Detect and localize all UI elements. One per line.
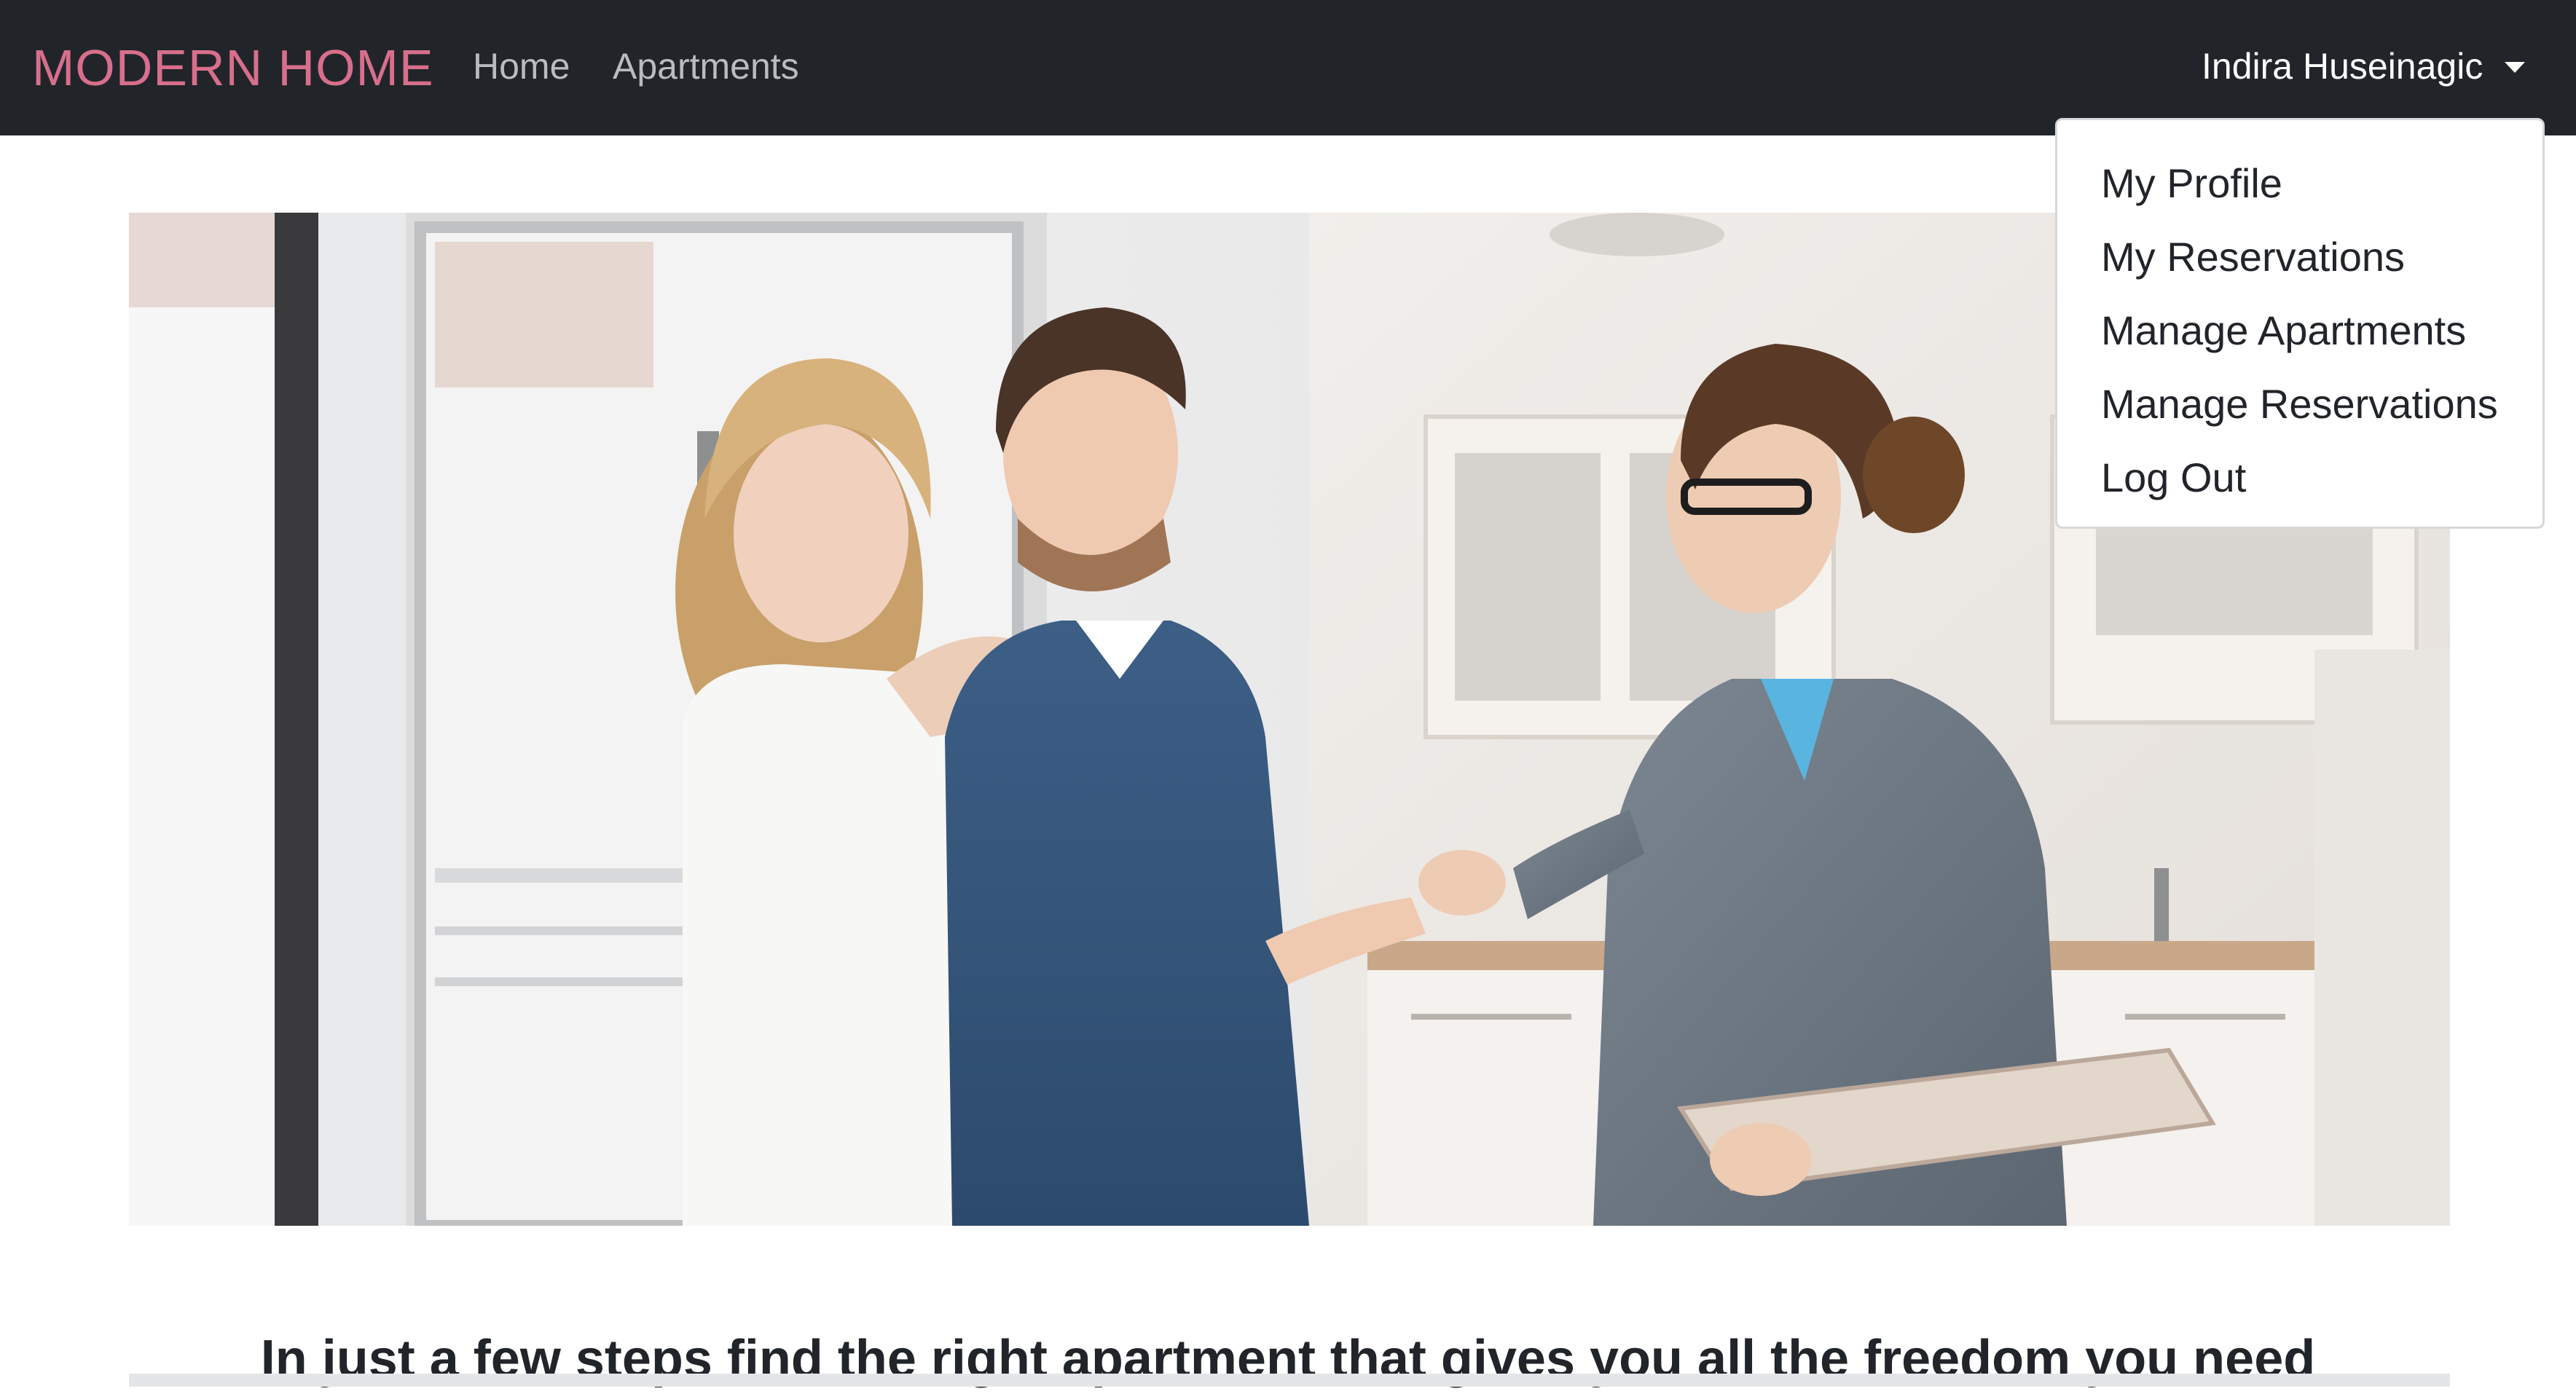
menu-item-manage-reservations[interactable]: Manage Reservations	[2057, 367, 2542, 441]
menu-item-manage-apartments[interactable]: Manage Apartments	[2057, 294, 2542, 367]
section-divider	[129, 1374, 2450, 1387]
nav-link-apartments[interactable]: Apartments	[613, 44, 799, 89]
nav-link-home[interactable]: Home	[473, 44, 570, 89]
top-navbar: MODERN HOME Home Apartments Indira Husei…	[0, 0, 2576, 135]
menu-item-my-reservations[interactable]: My Reservations	[2057, 220, 2542, 294]
user-menu-toggle[interactable]: Indira Huseinagic	[2202, 44, 2526, 89]
brand-logo[interactable]: MODERN HOME	[32, 36, 434, 99]
user-name: Indira Huseinagic	[2202, 46, 2483, 87]
user-dropdown-menu: My Profile My Reservations Manage Apartm…	[2055, 118, 2545, 529]
menu-item-log-out[interactable]: Log Out	[2057, 441, 2542, 514]
caret-down-icon	[2505, 61, 2526, 73]
menu-item-my-profile[interactable]: My Profile	[2057, 146, 2542, 220]
